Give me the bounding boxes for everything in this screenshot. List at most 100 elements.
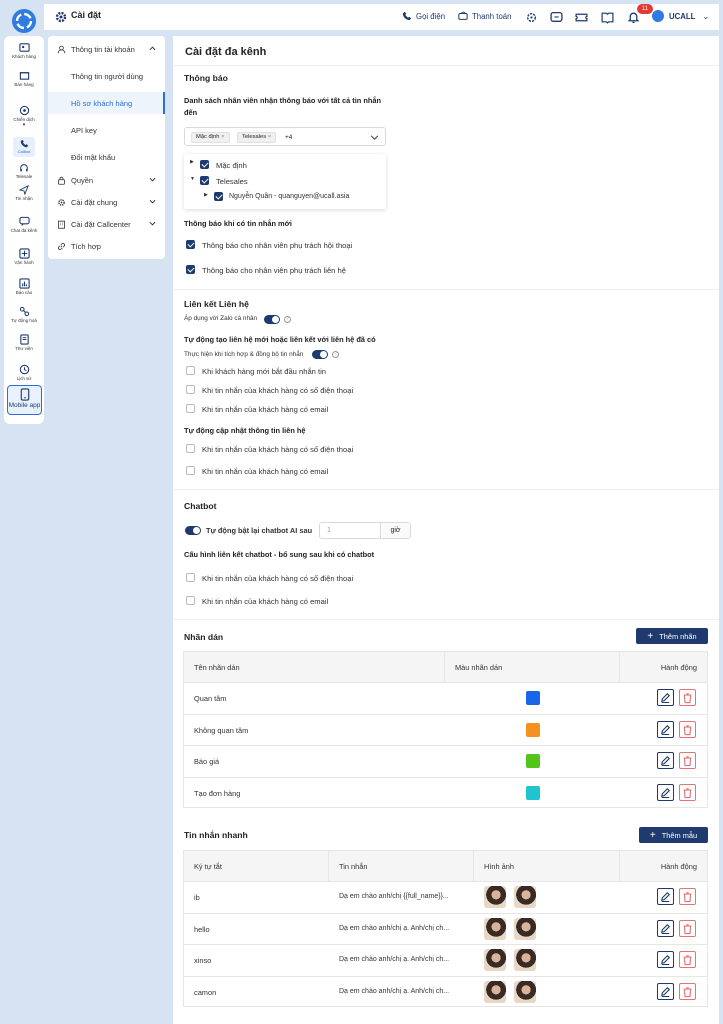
thumbnail-image[interactable]	[514, 980, 536, 1003]
label-color-swatch	[526, 754, 540, 768]
hours-input[interactable]: 1 giờ	[319, 522, 411, 539]
trash-icon[interactable]	[679, 919, 696, 937]
checkbox-chatbot-email[interactable]	[186, 596, 195, 605]
trash-icon[interactable]	[679, 752, 696, 769]
close-icon[interactable]: ×	[221, 134, 224, 140]
sync-toggle[interactable]	[312, 350, 328, 359]
rail-item-telesale[interactable]: Telesale	[4, 163, 44, 179]
edit-icon[interactable]	[657, 888, 674, 905]
checkbox-has-email[interactable]	[186, 404, 195, 413]
nav-api-key[interactable]: API key	[48, 119, 165, 141]
thumbnail-image[interactable]	[514, 886, 536, 908]
checkbox-notify-contact[interactable]	[186, 265, 195, 274]
tree-label: Nguyễn Quân - quanguyen@ucall.asia	[229, 193, 350, 200]
caret-right-icon[interactable]: ▶	[190, 159, 194, 165]
trash-icon[interactable]	[679, 982, 696, 1000]
top-bar: Cài đặt Gọi điện Thanh toán 11 UCALL ⌄	[44, 4, 719, 30]
edit-icon[interactable]	[657, 982, 674, 1000]
rail-item-mobile-app[interactable]: Mobile app	[7, 385, 42, 415]
close-icon[interactable]: ×	[268, 134, 271, 140]
thumbnail-image[interactable]	[484, 949, 506, 971]
trash-icon[interactable]	[679, 951, 696, 968]
table-row: Báo giá	[184, 745, 707, 776]
checkbox-update-email[interactable]	[186, 466, 195, 475]
rail-item-operations[interactable]: Vận hành	[4, 248, 44, 265]
zalo-toggle[interactable]	[264, 315, 280, 324]
thumbnail-image[interactable]	[484, 917, 506, 940]
checkbox-has-phone[interactable]	[186, 385, 195, 394]
checkbox-notify-conversation[interactable]	[186, 240, 195, 249]
nav-change-password[interactable]: Đổi mật khẩu	[48, 146, 165, 168]
add-template-button[interactable]: + Thêm mẫu	[639, 827, 708, 843]
tree-checkbox-user[interactable]	[214, 192, 223, 201]
rail-item-messages[interactable]: Tin nhận	[4, 185, 44, 201]
book-icon[interactable]	[601, 11, 614, 24]
edit-icon[interactable]	[657, 951, 674, 968]
rail-item-callbot[interactable]: Callbot	[13, 137, 35, 157]
ticket-icon[interactable]	[575, 11, 588, 24]
help-icon[interactable]: ?	[284, 316, 291, 323]
rail-item-reports[interactable]: Báo cáo	[4, 278, 44, 295]
tree-checkbox-telesales[interactable]	[200, 176, 209, 185]
zalo-label: Áp dụng với Zalo cá nhân	[184, 315, 258, 322]
edit-icon[interactable]	[657, 689, 674, 706]
payment-button[interactable]: Thanh toán	[458, 11, 511, 21]
nav-general[interactable]: Cài đặt chung	[48, 191, 165, 213]
nav-customer-profile[interactable]: Hồ sơ khách hàng	[48, 92, 165, 114]
col-header: Tin nhắn	[329, 851, 474, 881]
trash-icon[interactable]	[679, 888, 696, 905]
nav-user-info[interactable]: Thông tin người dùng	[48, 65, 165, 87]
trash-icon[interactable]	[679, 783, 696, 801]
help-icon[interactable]: ?	[332, 351, 339, 358]
checkbox-new-chat[interactable]	[186, 366, 195, 375]
nav-callcenter[interactable]: Cài đặt Callcenter	[48, 213, 165, 235]
rail-item-omnichat[interactable]: Chat đa kênh	[4, 216, 44, 233]
new-message-label: Thông báo khi có tin nhắn mới	[184, 219, 292, 228]
caret-right-icon[interactable]: ▶	[204, 192, 208, 198]
labels-table: Tên nhãn dán Màu nhãn dán Hành động Quan…	[183, 651, 708, 808]
call-button[interactable]: Gọi điện	[402, 11, 445, 21]
rail-item-sales[interactable]: Bán hàng	[4, 70, 44, 87]
thumbnail-image[interactable]	[514, 949, 536, 971]
user-menu[interactable]: UCALL ⌄	[652, 10, 709, 22]
rail-item-library[interactable]: Thư viện	[4, 334, 44, 351]
checkbox-update-phone[interactable]	[186, 444, 195, 453]
staff-multiselect[interactable]: Mặc định × Telesales × +4	[184, 127, 386, 146]
checkbox-chatbot-phone[interactable]	[186, 573, 195, 582]
ai-icon[interactable]	[525, 11, 538, 24]
edit-icon[interactable]	[657, 720, 674, 738]
add-label-button[interactable]: + Thêm nhãn	[636, 628, 708, 644]
nav-label: Tích hợp	[71, 241, 101, 251]
edit-icon[interactable]	[657, 752, 674, 769]
rail-item-automation[interactable]: Tự động hoá	[4, 306, 44, 323]
caret-down-icon[interactable]: ▼	[190, 176, 195, 182]
trash-icon[interactable]	[679, 689, 696, 706]
chatbot-reenable-toggle[interactable]	[185, 526, 201, 535]
gear-icon	[55, 11, 67, 23]
rail-item-campaign[interactable]: Chiến dịch ▾	[4, 105, 44, 128]
thumbnail-image[interactable]	[484, 886, 506, 908]
tree-checkbox-default[interactable]	[200, 160, 209, 169]
hours-unit: giờ	[380, 523, 410, 538]
thumbnail-image[interactable]	[484, 980, 506, 1003]
checkbox-label: Thông báo cho nhân viên phụ trách liên h…	[202, 266, 346, 275]
trash-icon[interactable]	[679, 720, 696, 738]
nav-integration[interactable]: Tích hợp	[48, 235, 165, 257]
rail-item-history[interactable]: Lịch sử	[4, 364, 44, 381]
rail-label: Vận hành	[14, 260, 34, 265]
rail-item-customers[interactable]: Khách hàng	[4, 42, 44, 59]
edit-icon[interactable]	[657, 783, 674, 801]
chevron-up-icon	[149, 46, 156, 51]
message-icon[interactable]	[550, 11, 563, 24]
thumbnail-image[interactable]	[514, 917, 536, 940]
nav-account[interactable]: Thông tin tài khoản	[48, 38, 165, 60]
nav-permissions[interactable]: Quyền	[48, 169, 165, 191]
staff-tree-dropdown: ▶ Mặc định ▼ Telesales ▶ Nguyễn Quân - q…	[184, 154, 386, 209]
tag-more: +4	[285, 134, 293, 141]
label-color-swatch	[526, 691, 540, 705]
mobile-icon	[20, 388, 29, 401]
nav-label: Quyền	[71, 175, 94, 185]
logo[interactable]	[12, 9, 36, 33]
edit-icon[interactable]	[657, 919, 674, 937]
call-label: Gọi điện	[416, 11, 446, 21]
